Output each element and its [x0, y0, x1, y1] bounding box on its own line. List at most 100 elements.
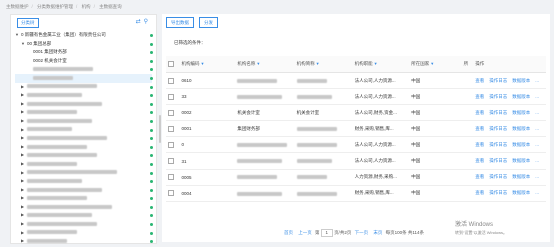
- distribute-button[interactable]: 分发: [199, 17, 218, 28]
- cell-more: [461, 104, 474, 122]
- table-row[interactable]: 0005 人力资源,财务,采购... 中国 查看 操作日志 数据版本...: [166, 169, 546, 186]
- select-all-checkbox[interactable]: [168, 61, 174, 67]
- breadcrumb-item[interactable]: 主数据查询: [99, 4, 122, 9]
- tree-node[interactable]: ▶: [15, 143, 153, 152]
- tree-node[interactable]: ▼ 00 集团总部: [15, 40, 153, 49]
- filter-icon[interactable]: ▼: [374, 61, 378, 66]
- tab-category-tree[interactable]: 分类树: [17, 18, 39, 28]
- tree-node[interactable]: 0001 集团财务部: [15, 48, 153, 57]
- tree-node[interactable]: ▶: [15, 194, 153, 203]
- table-row[interactable]: 33 法人公司,人力资源... 中国 查看 操作日志 数据版本...: [166, 88, 546, 106]
- search-icon[interactable]: ⚲: [144, 19, 148, 25]
- version-link[interactable]: 数据版本: [512, 126, 530, 131]
- filter-icon[interactable]: ▼: [256, 61, 260, 66]
- row-checkbox[interactable]: [168, 109, 174, 116]
- view-link[interactable]: 查看: [475, 190, 484, 195]
- row-checkbox[interactable]: [168, 125, 174, 132]
- filter-icon[interactable]: ▼: [316, 61, 320, 66]
- view-link[interactable]: 查看: [475, 110, 484, 115]
- tree-node[interactable]: ▶: [15, 151, 153, 160]
- tree-node[interactable]: ▶: [15, 229, 153, 238]
- log-link[interactable]: 操作日志: [489, 190, 507, 195]
- tree-node[interactable]: ▶: [15, 169, 153, 178]
- log-link[interactable]: 操作日志: [489, 94, 507, 99]
- tree-node[interactable]: ▶: [15, 203, 153, 212]
- version-link[interactable]: 数据版本: [512, 190, 530, 195]
- version-link[interactable]: 数据版本: [512, 174, 530, 179]
- more-link[interactable]: ...: [535, 174, 539, 179]
- tree-node[interactable]: ▶: [15, 100, 153, 109]
- more-link[interactable]: ...: [535, 142, 539, 147]
- version-link[interactable]: 数据版本: [512, 158, 530, 163]
- breadcrumb-item[interactable]: 主数据维护: [6, 4, 29, 9]
- row-checkbox[interactable]: [168, 141, 174, 148]
- tree-node[interactable]: ▶: [15, 237, 153, 246]
- table-row[interactable]: 0 法人公司,人力资源... 中国 查看 操作日志 数据版本...: [166, 136, 546, 154]
- table-row[interactable]: 31 法人公司,人力资源... 中国 查看 操作日志 数据版本...: [166, 152, 546, 170]
- log-link[interactable]: 操作日志: [489, 158, 507, 163]
- tree-node[interactable]: ▶: [15, 160, 153, 169]
- more-link[interactable]: ...: [535, 110, 539, 115]
- more-link[interactable]: ...: [535, 78, 539, 83]
- tree-node[interactable]: ▶: [15, 83, 153, 92]
- tree-node[interactable]: ▶: [15, 220, 153, 229]
- swap-icon[interactable]: ⇄: [136, 19, 141, 25]
- version-link[interactable]: 数据版本: [512, 110, 530, 115]
- row-checkbox[interactable]: [168, 158, 174, 165]
- tree-node[interactable]: [15, 73, 153, 83]
- breadcrumb-item[interactable]: 分类数据维护管理: [37, 4, 73, 9]
- filter-icon[interactable]: ▼: [201, 61, 205, 66]
- first-page-link[interactable]: 首页: [284, 230, 293, 235]
- table-row[interactable]: 0610 法人公司,人力资源... 中国 查看 操作日志 数据版本...: [166, 72, 546, 90]
- version-link[interactable]: 数据版本: [512, 142, 530, 147]
- row-checkbox[interactable]: [168, 77, 174, 84]
- last-page-link[interactable]: 末页: [373, 230, 382, 235]
- more-link[interactable]: ...: [535, 190, 539, 195]
- breadcrumb-item[interactable]: 机构: [82, 4, 91, 9]
- view-link[interactable]: 查看: [475, 158, 484, 163]
- more-link[interactable]: ...: [535, 158, 539, 163]
- table-row[interactable]: 0001 集团财务部 财务,采购,销售,库... 中国 查看 操作日志 数据版本...: [166, 120, 546, 138]
- cell-name: [235, 88, 295, 106]
- more-link[interactable]: ...: [535, 94, 539, 99]
- tree-node[interactable]: ▶: [15, 211, 153, 220]
- row-checkbox[interactable]: [168, 93, 174, 100]
- cell-more: [461, 185, 474, 202]
- tree-node[interactable]: ▶: [15, 117, 153, 126]
- log-link[interactable]: 操作日志: [489, 110, 507, 115]
- log-link[interactable]: 操作日志: [489, 126, 507, 131]
- tree-node[interactable]: 0002 机关会计室: [15, 57, 153, 66]
- row-checkbox[interactable]: [168, 190, 174, 197]
- tree-node[interactable]: ▶: [15, 186, 153, 195]
- filter-icon[interactable]: ▼: [430, 61, 434, 66]
- page-number-input[interactable]: 1: [320, 229, 333, 237]
- redacted-label: [27, 239, 67, 244]
- view-link[interactable]: 查看: [475, 94, 484, 99]
- tree-node[interactable]: ▼ 0 新疆有色金属工业（集团）有限责任公司: [15, 31, 153, 40]
- view-link[interactable]: 查看: [475, 78, 484, 83]
- tree-node[interactable]: ▶: [15, 134, 153, 143]
- tree-node[interactable]: [15, 65, 153, 74]
- log-link[interactable]: 操作日志: [489, 174, 507, 179]
- view-link[interactable]: 查看: [475, 174, 484, 179]
- row-checkbox[interactable]: [168, 174, 174, 181]
- breadcrumb-separator: /: [76, 4, 78, 9]
- tree-node[interactable]: ▶: [15, 108, 153, 117]
- tree-node[interactable]: ▶: [15, 126, 153, 135]
- scrollbar[interactable]: [159, 115, 161, 143]
- version-link[interactable]: 数据版本: [512, 78, 530, 83]
- tree-node[interactable]: ▶: [15, 177, 153, 186]
- prev-page-link[interactable]: 上一页: [298, 230, 312, 235]
- more-link[interactable]: ...: [535, 126, 539, 131]
- table-row[interactable]: 0004 财务,采购,销售,库... 中国 查看 操作日志 数据版本...: [166, 185, 546, 202]
- table-row[interactable]: 0002 机关会计室 机关会计室 法人公司,财务,资金... 中国 查看 操作日志 数据版本.…: [166, 104, 546, 122]
- version-link[interactable]: 数据版本: [512, 94, 530, 99]
- export-data-button[interactable]: 导出数据: [166, 17, 194, 28]
- log-link[interactable]: 操作日志: [489, 142, 507, 147]
- log-link[interactable]: 操作日志: [489, 78, 507, 83]
- view-link[interactable]: 查看: [475, 126, 484, 131]
- next-page-link[interactable]: 下一页: [355, 230, 369, 235]
- view-link[interactable]: 查看: [475, 142, 484, 147]
- tree-node[interactable]: ▶: [15, 91, 153, 100]
- cell-country: 中国: [409, 185, 462, 202]
